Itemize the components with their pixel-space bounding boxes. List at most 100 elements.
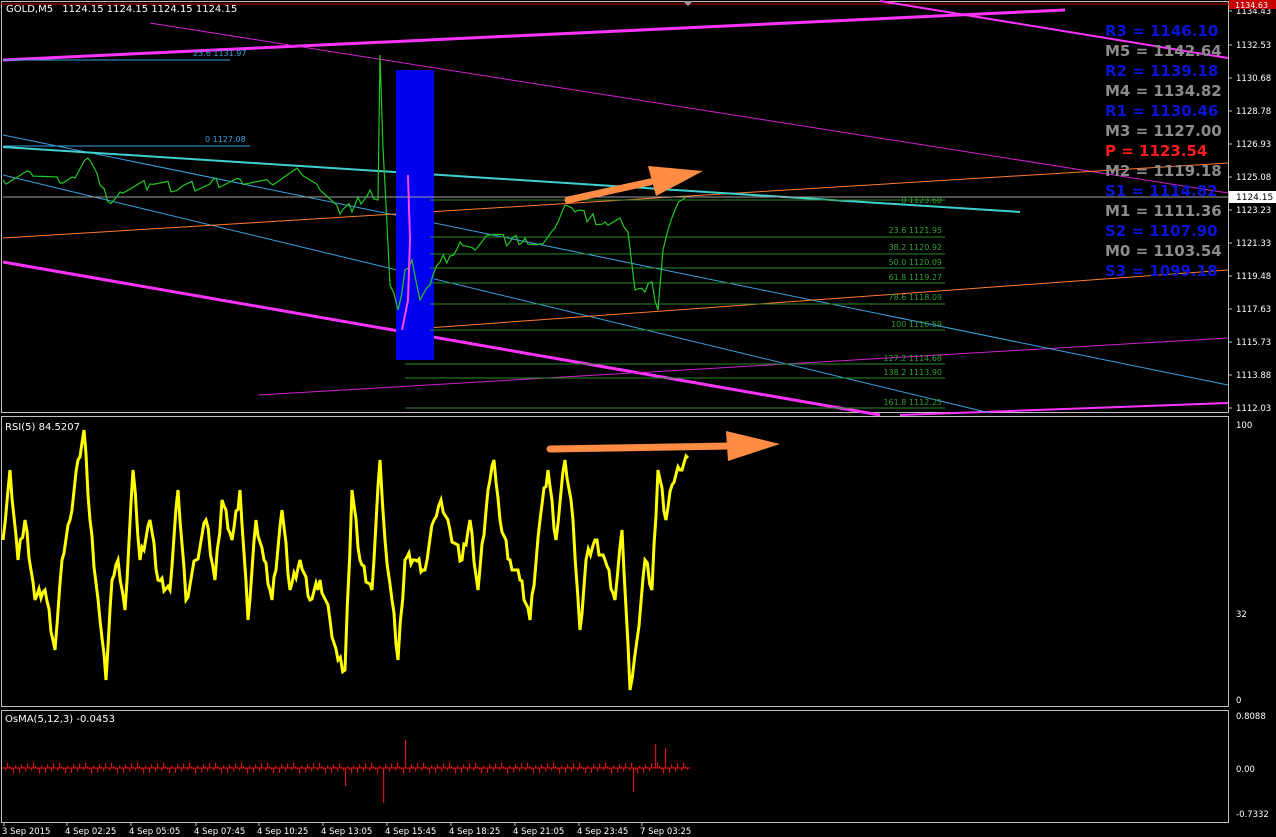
time-axis-label: 4 Sep 13:05 [321,827,372,837]
osma-bar [35,766,37,768]
osma-bar [663,768,665,774]
osma-bar [481,768,483,774]
osma-bar [245,768,247,770]
pivot-level-label: S3 = 1099.18 [1105,262,1218,280]
osma-bar [297,768,299,770]
osma-bar [111,762,113,768]
osma-bar [631,762,633,768]
osma-bar [77,768,79,772]
osma-bar [683,762,685,768]
osma-bar [513,768,515,773]
osma-bar [547,763,549,768]
osma-bar [93,765,95,768]
price-axis-label: 1112.03 [1236,404,1271,414]
osma-bar [15,765,17,768]
osma-bar [117,768,119,774]
price-axis-label: 1113.88 [1236,371,1271,381]
osma-bar [191,766,193,768]
osma-axis-label: 0.8088 [1236,712,1266,722]
osma-bar [29,767,31,768]
osma-bar [501,762,503,768]
osma-bar [141,768,143,770]
osma-bar [87,766,89,768]
osma-bar [261,763,263,768]
osma-bar [569,767,571,768]
osma-bar [239,768,241,771]
osma-bar [227,768,229,773]
osma-bar [177,764,179,768]
osma-bar [595,767,597,768]
osma-bar [421,768,423,771]
osma-bar [285,768,287,772]
news-highlight-rect[interactable] [396,70,434,360]
osma-bar [655,744,657,768]
osma-bar [17,768,19,769]
osma-bar [47,764,49,768]
osma-bar [383,768,385,803]
osma-bar [109,768,111,771]
osma-bar [185,767,187,768]
osma-bar [665,748,667,768]
osma-bar [153,767,155,768]
osma-bar [267,762,269,768]
price-axis-label: 1126.93 [1236,140,1271,150]
osma-bar [199,768,201,769]
time-axis-label: 4 Sep 02:25 [65,827,116,837]
osma-bar [247,768,249,774]
osma-bar [393,767,395,768]
osma-bar [659,766,661,768]
osma-bar [447,768,449,771]
pivot-level-label: R2 = 1139.18 [1105,62,1218,80]
osma-bar [589,768,591,769]
osma-bar [115,768,117,770]
osma-bar [99,764,101,768]
osma-bar [523,767,525,768]
osma-bar [189,762,191,768]
price-axis-label: 1115.73 [1236,338,1271,348]
osma-bar [213,768,215,771]
osma-bar [83,768,85,771]
osma-bar [433,768,435,769]
osma-bar [161,768,163,771]
osma-bar [409,768,411,773]
osma-bar [163,762,165,768]
osma-bar [353,765,355,768]
osma-bar [415,768,417,772]
osma-bar [495,763,497,768]
osma-bar [361,767,363,768]
osma-bar [399,766,401,768]
osma-bar [489,764,491,768]
osma-bar [25,768,27,772]
osma-bar [183,763,185,768]
pivot-level-label: M3 = 1127.00 [1105,122,1222,140]
price-axis-label: 1130.68 [1236,74,1271,84]
osma-bar [219,768,221,770]
time-axis-label: 4 Sep 21:05 [513,827,564,837]
osma-bar [293,762,295,768]
osma-bar [411,764,413,768]
price-axis-label: 1128.78 [1236,107,1271,117]
osma-bar [301,765,303,768]
osma-bar [175,768,177,773]
osma-bar [541,764,543,768]
osma-bar [51,768,53,772]
osma-bar [647,767,649,768]
osma-bar [575,767,577,768]
time-axis-label: 4 Sep 15:45 [385,827,436,837]
osma-bar [305,768,307,773]
osma-bar [475,762,477,768]
fib-level-label: 100 1116.59 [891,320,942,329]
osma-bar [673,767,675,768]
osma-bar [79,763,81,768]
osma-bar [549,767,551,768]
osma-bar [155,768,157,772]
osma-bar [179,767,181,768]
osma-bar [483,765,485,768]
osma-bar [151,764,153,768]
osma-bar [133,767,135,768]
time-axis-label: 3 Sep 2015 [2,827,50,837]
osma-bar [233,768,235,772]
trading-chart[interactable]: GOLD,M5 1124.15 1124.15 1124.15 1124.15 … [0,0,1276,837]
osma-bar [539,768,541,773]
osma-bar [623,768,625,772]
